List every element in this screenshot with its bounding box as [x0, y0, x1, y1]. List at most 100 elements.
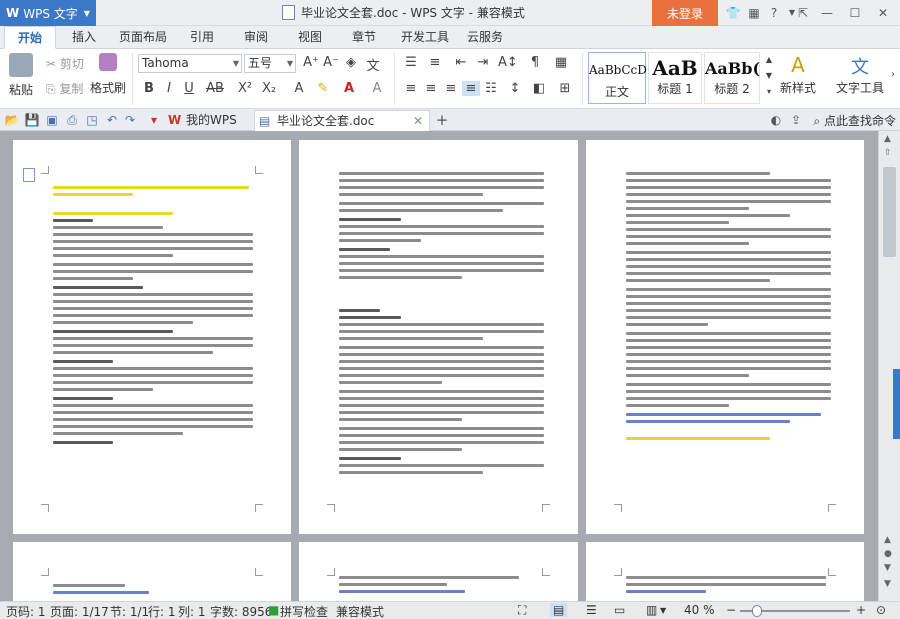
table-icon[interactable]: ▦: [552, 55, 570, 70]
status-column[interactable]: 列: 1: [178, 603, 206, 619]
text-effect-icon[interactable]: A: [290, 81, 308, 96]
strikethrough-icon[interactable]: AB: [206, 81, 224, 96]
checkbox-checked-icon[interactable]: ■: [268, 603, 279, 617]
highlight-icon[interactable]: ✎: [314, 81, 332, 96]
fit-page-icon[interactable]: ⊙: [876, 603, 886, 617]
print-icon[interactable]: ⎙: [64, 112, 80, 128]
justify-icon[interactable]: ≡: [462, 81, 480, 96]
shirt-icon[interactable]: 👕: [724, 4, 742, 22]
share-icon[interactable]: ⇪: [788, 112, 804, 128]
maximize-icon[interactable]: ☐: [846, 4, 864, 22]
chevron-down-icon[interactable]: ▼: [660, 606, 666, 615]
fullscreen-view-icon[interactable]: ⛶: [518, 603, 526, 618]
export-pdf-icon[interactable]: ▣: [44, 112, 60, 128]
status-wordcount[interactable]: 字数: 8956: [210, 603, 272, 619]
font-size-select[interactable]: 五号 ▼: [244, 54, 296, 73]
numbered-list-icon[interactable]: ≡: [426, 55, 444, 70]
next-page-icon[interactable]: ▼: [884, 563, 891, 573]
minimize-icon[interactable]: —: [818, 4, 836, 22]
save-icon[interactable]: 💾: [24, 112, 40, 128]
zoom-in-icon[interactable]: +: [856, 603, 866, 617]
tab-view[interactable]: 视图: [290, 26, 330, 49]
underline-icon[interactable]: U: [180, 81, 198, 96]
shrink-font-icon[interactable]: A⁻: [322, 55, 340, 70]
reading-view-icon[interactable]: ▥: [646, 603, 657, 617]
status-page-count[interactable]: 页面: 1/17: [50, 603, 109, 619]
login-button[interactable]: 未登录: [652, 0, 718, 26]
sort-icon[interactable]: A↕: [498, 55, 518, 70]
text-tools-button[interactable]: 文 文字工具: [832, 53, 888, 96]
phonetic-guide-icon[interactable]: 文: [364, 55, 382, 74]
grow-font-icon[interactable]: A⁺: [302, 55, 320, 70]
page-thumbnail[interactable]: [13, 140, 291, 534]
char-shading-icon[interactable]: A: [368, 81, 386, 96]
new-style-button[interactable]: A 新样式: [776, 53, 820, 96]
zoom-level[interactable]: 40 %: [684, 603, 715, 617]
tab-home[interactable]: 开始: [4, 26, 56, 49]
bold-icon[interactable]: B: [140, 81, 158, 96]
tab-page-layout[interactable]: 页面布局: [114, 26, 172, 49]
redo-icon[interactable]: ↷: [122, 112, 138, 128]
pin-icon[interactable]: ▾: [146, 112, 162, 128]
vertical-scrollbar[interactable]: ▲ ⇧ ▲ ● ▼ ▼: [878, 131, 900, 601]
subscript-icon[interactable]: X₂: [260, 81, 278, 96]
borders-icon[interactable]: ⊞: [556, 81, 574, 96]
web-view-icon[interactable]: ▭: [614, 603, 625, 617]
print-preview-icon[interactable]: ◳: [84, 112, 100, 128]
outline-view-icon[interactable]: ☰: [586, 603, 597, 617]
tab-insert[interactable]: 插入: [64, 26, 104, 49]
find-command[interactable]: ⌕ 点此查找命令: [813, 112, 896, 129]
doc-tab-my-wps[interactable]: W 我的WPS: [164, 110, 254, 131]
status-page-number[interactable]: 页码: 1: [6, 603, 46, 619]
bullet-list-icon[interactable]: ☰: [402, 55, 420, 70]
close-tab-icon[interactable]: ✕: [413, 111, 423, 132]
status-row[interactable]: 行: 1: [148, 603, 176, 619]
font-name-select[interactable]: Tahoma ▼: [138, 54, 242, 73]
minimize-to-tray-icon[interactable]: ⇱: [794, 4, 812, 22]
new-tab-icon[interactable]: +: [434, 112, 450, 128]
style-normal[interactable]: AaBbCcD 正文: [588, 52, 647, 104]
page-view-icon[interactable]: ▤: [550, 603, 568, 617]
help-icon[interactable]: ?: [765, 4, 783, 22]
align-left-icon[interactable]: ≡: [402, 81, 420, 96]
decrease-indent-icon[interactable]: ⇤: [452, 55, 470, 70]
tab-references[interactable]: 引用: [182, 26, 222, 49]
font-color-icon[interactable]: A: [340, 81, 358, 96]
scroll-up-icon[interactable]: ▲: [884, 134, 891, 144]
document-canvas[interactable]: [0, 131, 878, 601]
copy-button[interactable]: ⎘ 复制: [46, 80, 83, 97]
paste-button[interactable]: 粘贴: [6, 53, 36, 98]
select-browse-object-icon[interactable]: ●: [884, 549, 892, 559]
style-heading-2[interactable]: AaBb( 标题 2: [704, 52, 760, 104]
zoom-out-icon[interactable]: −: [726, 603, 736, 617]
page-thumbnail[interactable]: [299, 542, 578, 601]
cloud-doc-icon[interactable]: ◐: [768, 112, 784, 128]
open-folder-icon[interactable]: 📂: [4, 112, 20, 128]
align-right-icon[interactable]: ≡: [442, 81, 460, 96]
page-thumbnail[interactable]: [299, 140, 578, 534]
italic-icon[interactable]: I: [160, 81, 178, 96]
app-menu-button[interactable]: W WPS 文字 ▼: [0, 0, 96, 26]
status-spellcheck[interactable]: 拼写检查: [280, 603, 328, 619]
scroll-down-icon[interactable]: ▼: [884, 579, 891, 589]
toolbox-icon[interactable]: ▦: [745, 4, 763, 22]
increase-indent-icon[interactable]: ⇥: [474, 55, 492, 70]
align-center-icon[interactable]: ≡: [422, 81, 440, 96]
page-thumbnail[interactable]: [13, 542, 291, 601]
prev-page-icon[interactable]: ▲: [884, 535, 891, 545]
scroll-top-icon[interactable]: ⇧: [884, 148, 892, 158]
superscript-icon[interactable]: X²: [236, 81, 254, 96]
scrollbar-thumb[interactable]: [883, 167, 896, 257]
zoom-slider-knob[interactable]: [752, 605, 762, 617]
undo-icon[interactable]: ↶: [104, 112, 120, 128]
close-icon[interactable]: ✕: [874, 4, 892, 22]
tab-review[interactable]: 审阅: [236, 26, 276, 49]
shading-icon[interactable]: ◧: [530, 81, 548, 96]
distribute-icon[interactable]: ☷: [482, 81, 500, 96]
cut-button[interactable]: ✂ 剪切: [46, 55, 84, 72]
show-marks-icon[interactable]: ¶: [526, 55, 544, 70]
clear-format-icon[interactable]: ◈: [342, 55, 360, 70]
tab-cloud[interactable]: 云服务: [462, 26, 508, 49]
page-thumbnail[interactable]: [586, 542, 864, 601]
page-thumbnail[interactable]: [586, 140, 864, 534]
